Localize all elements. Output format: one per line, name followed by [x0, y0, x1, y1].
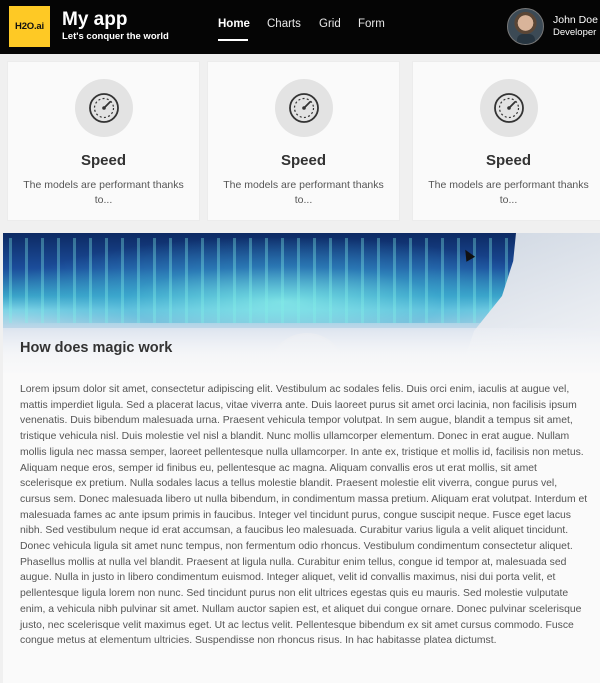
article-body: Lorem ipsum dolor sit amet, consectetur …	[20, 384, 588, 647]
feature-card: Speed The models are performant thanks t…	[412, 61, 600, 221]
logo-text: H2O.ai	[15, 21, 44, 32]
nav-active-indicator	[218, 39, 248, 41]
card-title: Speed	[485, 152, 531, 169]
app-subtitle: Let's conquer the world	[62, 31, 169, 42]
speedometer-icon	[74, 79, 133, 137]
card-title: Speed	[80, 152, 126, 169]
feature-card: Speed The models are performant thanks t…	[7, 61, 200, 221]
nav-home[interactable]: Home	[218, 18, 250, 30]
app-header: H2O.ai My app Let's conquer the world Ho…	[0, 0, 600, 54]
user-avatar[interactable]	[507, 8, 544, 45]
nav-charts[interactable]: Charts	[267, 18, 301, 30]
card-description: The models are performant thanks to...	[23, 179, 184, 206]
card-description: The models are performant thanks to...	[223, 179, 384, 206]
aurora-lights	[3, 238, 563, 323]
speedometer-icon	[479, 79, 538, 137]
h2o-logo[interactable]: H2O.ai	[9, 6, 50, 47]
user-role: Developer	[553, 27, 597, 38]
nav-form[interactable]: Form	[358, 18, 385, 30]
feature-card: Speed The models are performant thanks t…	[207, 61, 400, 221]
article-card: How does magic work Lorem ipsum dolor si…	[3, 233, 600, 683]
user-name: John Doe	[553, 14, 598, 26]
speedometer-icon	[274, 79, 333, 137]
app-title: My app	[62, 9, 128, 30]
nav-grid[interactable]: Grid	[319, 18, 341, 30]
article-title: How does magic work	[20, 340, 173, 356]
card-title: Speed	[280, 152, 326, 169]
card-description: The models are performant thanks to...	[428, 179, 589, 206]
